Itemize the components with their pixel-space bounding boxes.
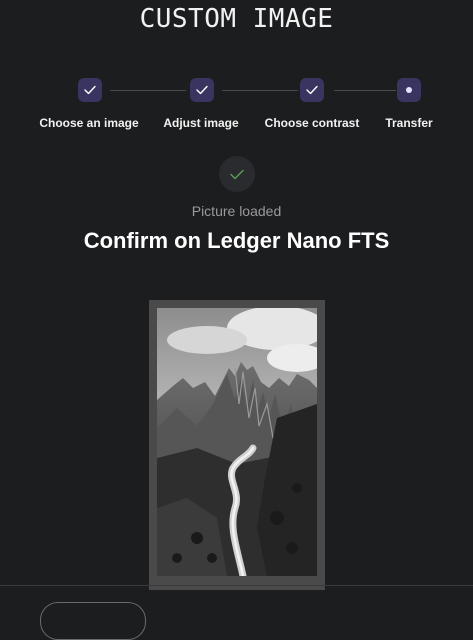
step-label-adjust-image: Adjust image [163, 116, 239, 130]
success-badge [219, 156, 255, 192]
check-icon [196, 85, 208, 95]
confirm-heading: Confirm on Ledger Nano FTS [83, 228, 390, 253]
step-3-indicator [300, 78, 324, 102]
step-connector [334, 90, 396, 91]
mountain-image-preview [157, 308, 317, 576]
step-1-indicator [78, 78, 102, 102]
check-icon [230, 169, 244, 179]
step-4-indicator [397, 78, 421, 102]
footer-divider [0, 585, 473, 586]
step-connector [222, 90, 298, 91]
step-label-transfer: Transfer [385, 116, 433, 130]
page-title: CUSTOM IMAGE [139, 4, 334, 34]
dot-icon [406, 87, 412, 93]
check-icon [84, 85, 96, 95]
status-text: Picture loaded [191, 203, 282, 219]
image-preview-frame [149, 300, 325, 590]
check-icon [306, 85, 318, 95]
step-2-indicator [190, 78, 214, 102]
footer-back-button[interactable] [40, 602, 146, 640]
step-label-choose-contrast: Choose contrast [264, 116, 360, 130]
step-connector [110, 90, 186, 91]
step-label-choose-image: Choose an image [39, 116, 139, 130]
